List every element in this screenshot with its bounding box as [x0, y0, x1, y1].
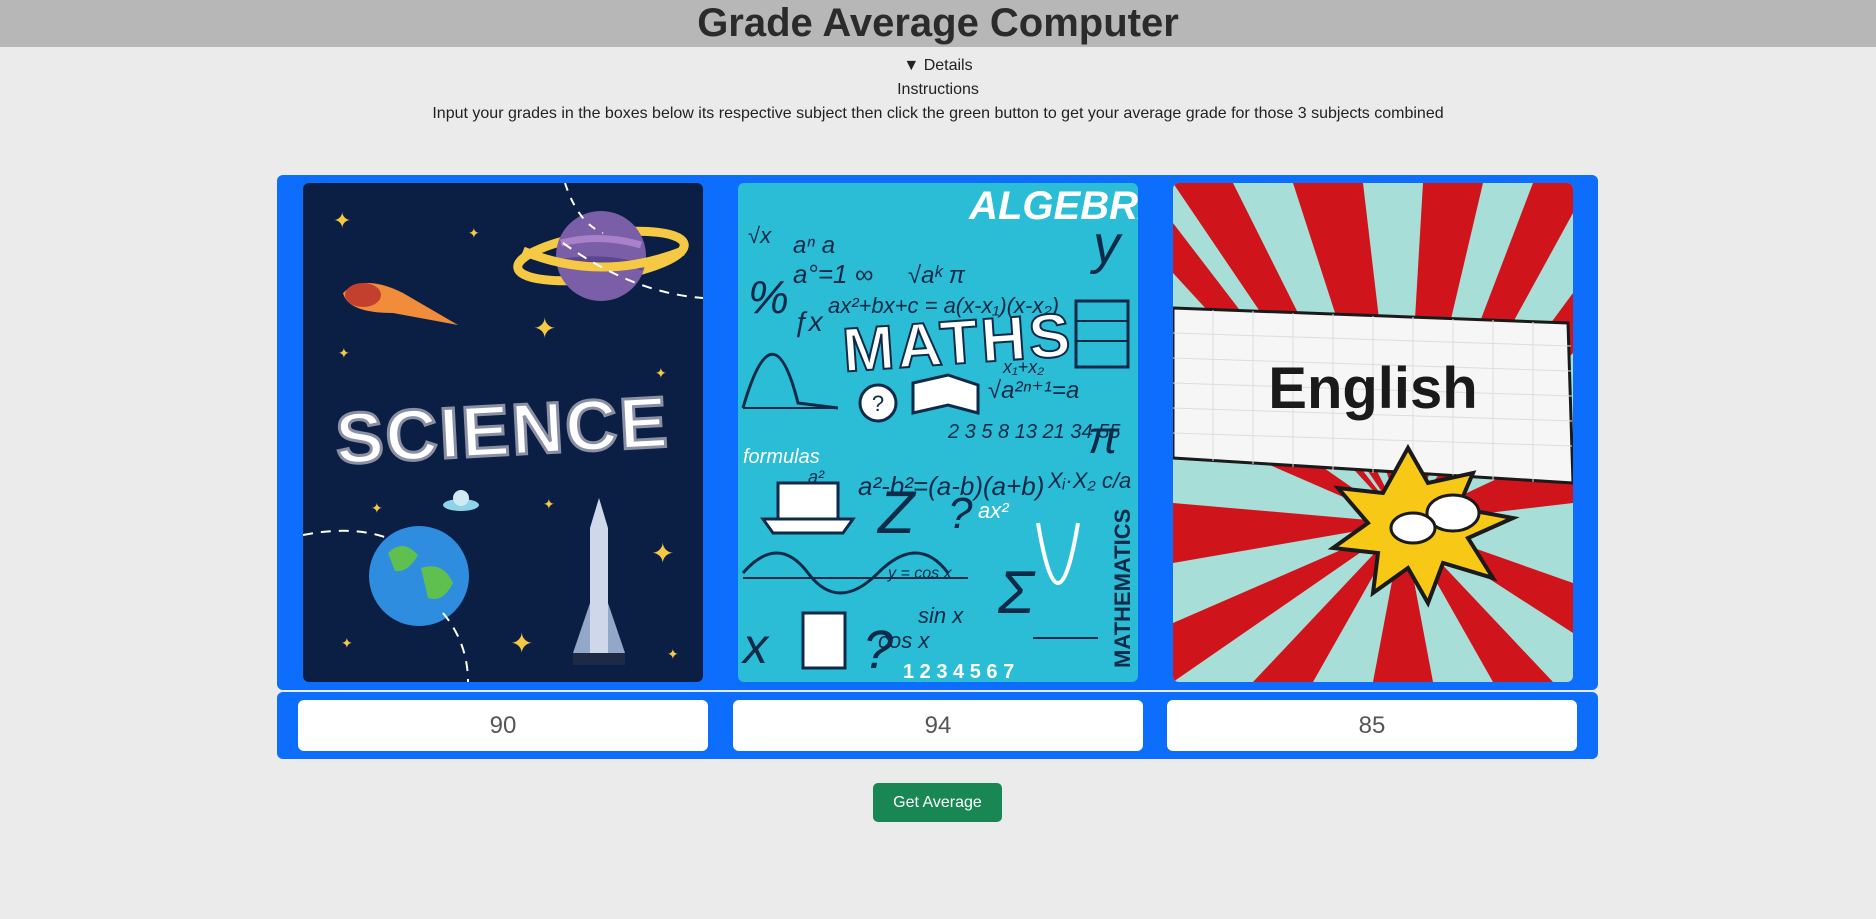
svg-text:✦: ✦ — [338, 345, 350, 361]
star-icon: ✦ — [333, 208, 351, 233]
svg-text:ax²: ax² — [978, 498, 1009, 523]
english-grade-input[interactable] — [1167, 700, 1577, 751]
svg-text:ƒx: ƒx — [793, 306, 824, 337]
svg-text:%: % — [748, 271, 789, 323]
svg-text:?: ? — [948, 489, 973, 538]
svg-text:formulas: formulas — [743, 446, 820, 468]
svg-text:✦: ✦ — [543, 496, 555, 512]
svg-text:sin x: sin x — [918, 603, 964, 628]
svg-text:✦: ✦ — [371, 500, 383, 516]
page-title: Grade Average Computer — [697, 1, 1179, 45]
svg-text:x: x — [741, 618, 770, 674]
maths-image: ALGEBRA √x aⁿ a a°=1 ∞ √aᵏ π y % ƒx ax²+… — [738, 183, 1138, 682]
svg-text:Z: Z — [876, 479, 917, 546]
subject-cards-panel: ✦ ✦ ✦ ✦ ✦ ✦ ✦ ✦ ✦ ✦ ✦ SCIENCE ALGEBR √x … — [277, 175, 1598, 690]
maths-grade-input[interactable] — [733, 700, 1143, 751]
get-average-button[interactable]: Get Average — [873, 783, 1002, 822]
svg-text:1 2 3 4 5 6 7: 1 2 3 4 5 6 7 — [903, 661, 1014, 682]
svg-text:?: ? — [872, 391, 884, 416]
svg-text:✦: ✦ — [510, 628, 533, 659]
svg-text:Xᵢ·X₂ c/a: Xᵢ·X₂ c/a — [1047, 468, 1131, 493]
svg-text:Σ: Σ — [997, 559, 1036, 626]
svg-text:√a²ⁿ⁺¹=a: √a²ⁿ⁺¹=a — [988, 377, 1079, 404]
svg-text:√x: √x — [748, 223, 772, 248]
svg-text:✦: ✦ — [651, 538, 674, 569]
svg-text:?: ? — [863, 620, 893, 680]
science-image: ✦ ✦ ✦ ✦ ✦ ✦ ✦ ✦ ✦ ✦ ✦ SCIENCE — [303, 183, 703, 682]
svg-text:MATHEMATICS: MATHEMATICS — [1110, 509, 1135, 668]
english-image: English — [1173, 183, 1573, 682]
page-header: Grade Average Computer — [0, 0, 1876, 47]
svg-text:π: π — [1088, 411, 1120, 463]
instructions-text: Input your grades in the boxes below its… — [432, 105, 1444, 122]
grade-inputs-panel — [277, 692, 1598, 759]
svg-text:✦: ✦ — [655, 365, 667, 381]
svg-text:a°=1 ∞: a°=1 ∞ — [793, 259, 873, 289]
english-label: English — [1268, 356, 1477, 421]
svg-text:y: y — [1089, 215, 1123, 275]
svg-text:x₁+x₂: x₁+x₂ — [1002, 357, 1044, 377]
instructions-title: Instructions — [897, 81, 979, 98]
svg-text:✦: ✦ — [667, 646, 679, 662]
details-toggle[interactable]: ▼ Details — [0, 57, 1876, 75]
svg-text:✦: ✦ — [341, 635, 353, 651]
svg-text:√aᵏ π: √aᵏ π — [908, 262, 966, 289]
svg-text:✦: ✦ — [533, 313, 556, 344]
science-grade-input[interactable] — [298, 700, 708, 751]
svg-text:aⁿ a: aⁿ a — [793, 232, 835, 259]
svg-text:✦: ✦ — [468, 225, 480, 241]
